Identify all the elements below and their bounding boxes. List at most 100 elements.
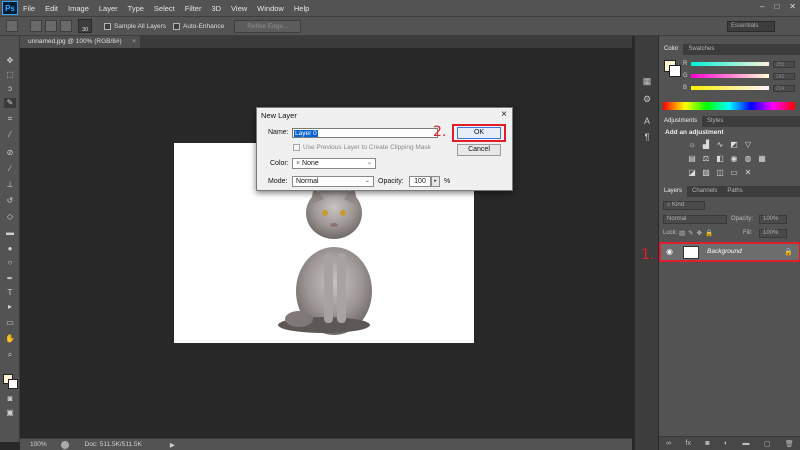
- screen-mode-icon[interactable]: ▣: [4, 408, 16, 418]
- blur-tool-icon[interactable]: ●: [4, 244, 16, 254]
- tab-layers[interactable]: Layers: [659, 186, 688, 197]
- exposure-icon[interactable]: ◩: [729, 140, 739, 149]
- quick-selection-tool-preset-icon[interactable]: [6, 20, 18, 32]
- layer-kind-filter[interactable]: ⌕ Kind: [663, 201, 705, 210]
- green-slider[interactable]: [691, 74, 769, 78]
- dialog-close-icon[interactable]: ×: [501, 109, 507, 120]
- link-layers-icon[interactable]: ∞: [666, 440, 671, 447]
- add-mask-icon[interactable]: ◙: [705, 440, 709, 447]
- zoom-level[interactable]: 100%: [30, 441, 47, 448]
- selective-color-icon[interactable]: ✕: [743, 168, 753, 177]
- red-slider[interactable]: [691, 62, 769, 66]
- clipping-mask-checkbox[interactable]: [293, 144, 300, 151]
- color-panel-background-swatch[interactable]: [669, 65, 681, 77]
- crop-tool-icon[interactable]: ⌗: [4, 114, 16, 124]
- color-lookup-icon[interactable]: ▦: [757, 154, 767, 163]
- menu-edit[interactable]: Edit: [40, 4, 63, 13]
- quick-selection-tool-icon[interactable]: ✎: [4, 98, 16, 108]
- refine-edge-button[interactable]: Refine Edge...: [234, 19, 302, 33]
- document-tab[interactable]: unnamed.jpg @ 100% (RGB/8#) ×: [20, 36, 140, 48]
- subtract-from-selection-icon[interactable]: [60, 20, 72, 32]
- eraser-tool-icon[interactable]: ◇: [4, 212, 16, 222]
- menu-view[interactable]: View: [226, 4, 252, 13]
- menu-select[interactable]: Select: [149, 4, 180, 13]
- layer-name-input[interactable]: Layer 0: [292, 128, 438, 138]
- dodge-tool-icon[interactable]: ○: [4, 258, 16, 268]
- color-select[interactable]: × None ⌄: [292, 158, 376, 169]
- close-tab-icon[interactable]: ×: [132, 36, 136, 48]
- background-layer-row[interactable]: ◉ Background 🔒: [659, 242, 800, 262]
- minimize-icon[interactable]: –: [760, 2, 764, 11]
- sample-all-layers-option[interactable]: Sample All Layers: [104, 22, 166, 30]
- share-icon[interactable]: [60, 440, 69, 449]
- delete-layer-icon[interactable]: 🗑: [785, 440, 794, 448]
- tab-swatches[interactable]: Swatches: [683, 44, 719, 55]
- brush-tool-icon[interactable]: ∕: [4, 164, 16, 174]
- lasso-tool-icon[interactable]: ↄ: [4, 84, 16, 94]
- layers-opacity-field[interactable]: 100%: [759, 215, 787, 224]
- properties-panel-icon[interactable]: ⚙: [641, 94, 653, 106]
- tab-styles[interactable]: Styles: [702, 116, 728, 127]
- lock-icon[interactable]: 🔒: [784, 248, 793, 256]
- mode-select[interactable]: Normal ⌄: [292, 176, 374, 187]
- levels-icon[interactable]: ▟: [701, 140, 711, 149]
- threshold-icon[interactable]: ◫: [715, 168, 725, 177]
- auto-enhance-option[interactable]: Auto-Enhance: [173, 22, 224, 30]
- menu-type[interactable]: Type: [123, 4, 149, 13]
- channel-mixer-icon[interactable]: ◍: [743, 154, 753, 163]
- layer-style-icon[interactable]: fx: [686, 440, 691, 447]
- add-to-selection-icon[interactable]: [45, 20, 57, 32]
- posterize-icon[interactable]: ▨: [701, 168, 711, 177]
- menu-file[interactable]: File: [18, 4, 40, 13]
- status-menu-arrow-icon[interactable]: ▶: [170, 441, 175, 449]
- curves-icon[interactable]: ∿: [715, 140, 725, 149]
- gradient-tool-icon[interactable]: ▬: [4, 228, 16, 238]
- background-color-swatch[interactable]: [8, 379, 18, 389]
- new-group-icon[interactable]: ▬: [743, 440, 750, 447]
- layers-fill-field[interactable]: 100%: [759, 229, 787, 238]
- character-panel-icon[interactable]: A: [641, 116, 653, 128]
- tab-paths[interactable]: Paths: [722, 186, 747, 197]
- blend-mode-select[interactable]: Normal: [663, 215, 727, 224]
- brush-size-picker[interactable]: 30: [78, 19, 92, 33]
- hue-saturation-icon[interactable]: ▤: [687, 154, 697, 163]
- quick-mask-icon[interactable]: ◙: [4, 394, 16, 404]
- menu-filter[interactable]: Filter: [180, 4, 207, 13]
- zoom-tool-icon[interactable]: ⌕: [4, 350, 16, 360]
- menu-3d[interactable]: 3D: [206, 4, 226, 13]
- green-value[interactable]: 242: [773, 72, 795, 80]
- ok-button[interactable]: OK: [457, 127, 501, 139]
- new-layer-icon[interactable]: ▢: [764, 440, 771, 448]
- adjustment-layer-icon[interactable]: ◐: [724, 440, 728, 447]
- cancel-button[interactable]: Cancel: [457, 144, 501, 156]
- menu-layer[interactable]: Layer: [94, 4, 123, 13]
- history-brush-tool-icon[interactable]: ↺: [4, 196, 16, 206]
- vibrance-icon[interactable]: ▽: [743, 140, 753, 149]
- healing-brush-tool-icon[interactable]: ⊘: [4, 148, 16, 158]
- photo-filter-icon[interactable]: ◉: [729, 154, 739, 163]
- black-white-icon[interactable]: ◧: [715, 154, 725, 163]
- workspace-select[interactable]: Essentials: [727, 21, 775, 32]
- new-selection-icon[interactable]: [30, 20, 42, 32]
- tab-channels[interactable]: Channels: [687, 186, 722, 197]
- blue-value[interactable]: 214: [773, 84, 795, 92]
- close-window-icon[interactable]: ✕: [789, 2, 796, 11]
- color-spectrum[interactable]: [663, 102, 795, 110]
- tab-color[interactable]: Color: [659, 44, 684, 55]
- blue-slider[interactable]: [691, 86, 769, 90]
- menu-image[interactable]: Image: [63, 4, 94, 13]
- auto-enhance-checkbox[interactable]: [173, 22, 181, 30]
- clone-stamp-tool-icon[interactable]: ⊥: [4, 180, 16, 190]
- maximize-icon[interactable]: □: [774, 2, 779, 11]
- eyedropper-tool-icon[interactable]: ⁄: [4, 130, 16, 140]
- red-value[interactable]: 255: [773, 60, 795, 68]
- move-tool-icon[interactable]: ✥: [4, 56, 16, 66]
- menu-window[interactable]: Window: [252, 4, 289, 13]
- pen-tool-icon[interactable]: ✒: [4, 274, 16, 284]
- sample-all-layers-checkbox[interactable]: [104, 22, 111, 30]
- eye-visibility-icon[interactable]: ◉: [666, 247, 673, 256]
- tab-adjustments[interactable]: Adjustments: [659, 116, 703, 127]
- opacity-slider-arrow-icon[interactable]: ▸: [431, 176, 440, 187]
- marquee-tool-icon[interactable]: ⬚: [4, 70, 16, 80]
- menu-help[interactable]: Help: [289, 4, 314, 13]
